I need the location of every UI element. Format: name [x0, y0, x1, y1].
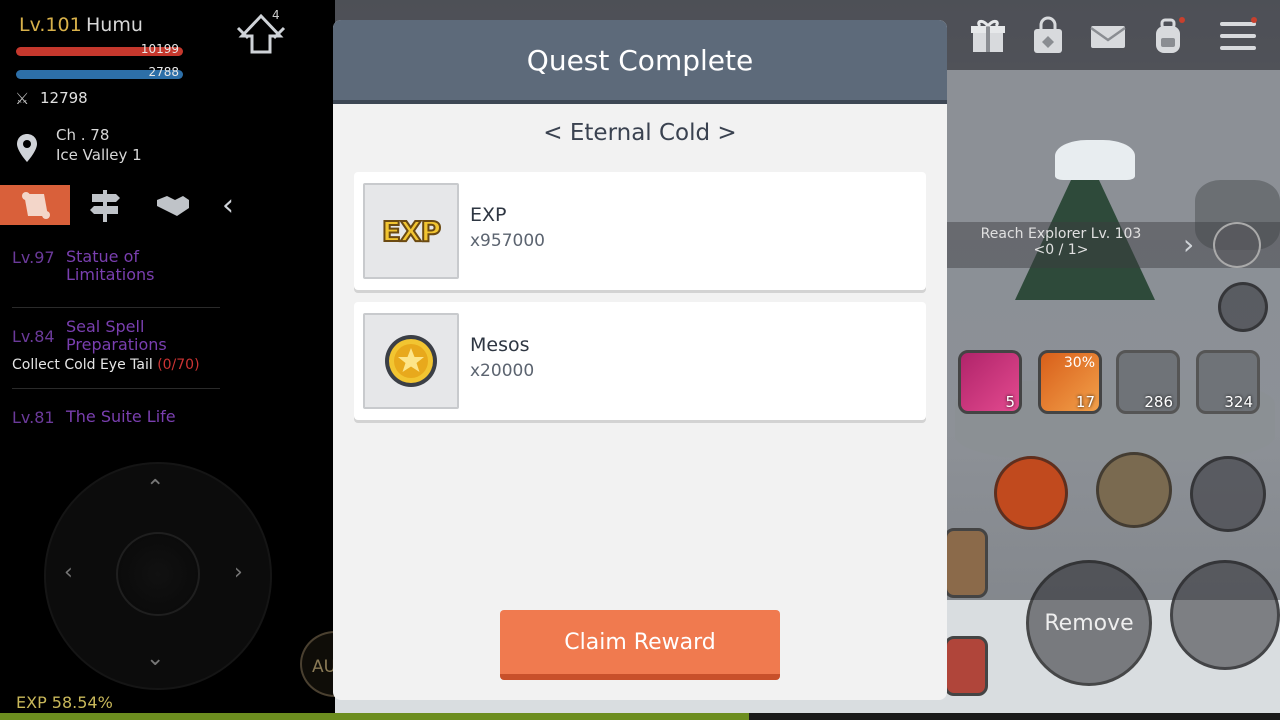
level-up-count: 4: [272, 8, 280, 22]
exp-bar: [0, 713, 1280, 720]
left-hud: Lv.101 Humu 10199 2788 ⚔ 12798 4 Ch . 78…: [0, 0, 370, 720]
quest-level: Lv.81: [12, 408, 55, 427]
quest-level: Lv.97: [12, 248, 55, 267]
claim-reward-button[interactable]: Claim Reward: [500, 610, 780, 680]
quest-objective-text: Collect Cold Eye Tail: [12, 357, 153, 373]
skill-count: 17: [1075, 393, 1095, 411]
dialog-title: Quest Complete: [526, 43, 754, 77]
skill-count: 5: [1005, 393, 1015, 411]
reward-quantity: x20000: [470, 361, 535, 381]
divider: [12, 307, 220, 308]
chevron-up-icon[interactable]: ⌃: [146, 476, 164, 501]
handshake-icon: [157, 196, 189, 216]
maple-badge-icon[interactable]: [1213, 222, 1261, 268]
crossed-swords-icon: ⚔: [15, 89, 30, 108]
dialog-header: Quest Complete: [333, 20, 947, 104]
collapse-panel-button[interactable]: ‹: [196, 185, 260, 225]
exp-percent: EXP 58.54%: [16, 693, 113, 712]
skill-slot-2[interactable]: 30% 17: [1038, 350, 1102, 414]
quest-level: Lv.84: [12, 327, 55, 346]
map-name: Ice Valley 1: [56, 146, 142, 164]
signpost-icon: [90, 190, 120, 222]
scroll-icon: [22, 192, 50, 219]
skill-button-fire[interactable]: [994, 456, 1068, 530]
quest-tracker[interactable]: Reach Explorer Lv. 103 <0 / 1> ›: [935, 222, 1280, 268]
remove-button[interactable]: Remove: [1026, 560, 1152, 686]
reward-row-exp: EXP EXP x957000: [354, 172, 926, 290]
skill-slot-1[interactable]: 5: [958, 350, 1022, 414]
reward-name: EXP: [470, 204, 507, 226]
joystick-knob[interactable]: [116, 532, 200, 616]
quest-progress: (0/70): [157, 357, 200, 373]
chevron-left-icon[interactable]: ‹: [64, 560, 73, 585]
divider: [12, 388, 220, 389]
reward-name: Mesos: [470, 334, 530, 356]
potion-count: 324: [1224, 393, 1253, 411]
chevron-right-icon[interactable]: ›: [1183, 228, 1194, 261]
player-level: Lv.101: [19, 14, 82, 36]
chevron-right-icon[interactable]: ›: [234, 560, 243, 585]
backpack-icon[interactable]: [1146, 14, 1190, 58]
skill-cooldown-percent: 30%: [1063, 355, 1095, 371]
hamburger-menu-icon[interactable]: [1216, 14, 1260, 58]
reward-quantity: x957000: [470, 231, 545, 251]
quest-tracker-text: Reach Explorer Lv. 103 <0 / 1>: [980, 226, 1142, 258]
map-pin-icon: [17, 134, 37, 162]
quest-name: The Suite Life: [66, 407, 176, 426]
potion-count: 286: [1144, 393, 1173, 411]
skill-slot-3[interactable]: [944, 528, 988, 598]
hp-value: 10199: [140, 42, 179, 56]
snow-patch: [1055, 140, 1135, 180]
tab-signpost[interactable]: [70, 185, 140, 225]
quest-name: Statue of Limitations: [66, 247, 155, 284]
collapse-button[interactable]: [1218, 282, 1268, 332]
blue-potion-slot[interactable]: 324: [1196, 350, 1260, 414]
quest-name: Seal Spell Preparations: [66, 317, 167, 354]
quest-complete-dialog: Quest Complete < Eternal Cold > EXP EXP …: [333, 20, 947, 700]
hp-bar: 10199: [16, 42, 183, 56]
skill-slot-4[interactable]: [944, 636, 988, 696]
hud-tabs: ‹: [0, 185, 250, 225]
channel-label: Ch . 78: [56, 126, 110, 144]
combat-power: 12798: [40, 89, 88, 107]
chevron-down-icon[interactable]: ⌄: [146, 646, 164, 671]
tab-quests[interactable]: [0, 185, 70, 225]
skill-button-spear[interactable]: [1096, 452, 1172, 528]
completed-quest-name: < Eternal Cold >: [543, 120, 737, 146]
chevron-left-icon: ‹: [222, 187, 234, 223]
exp-icon: EXP: [363, 183, 459, 279]
mail-icon[interactable]: [1086, 14, 1130, 58]
jump-button[interactable]: [1170, 560, 1280, 670]
shop-bag-icon[interactable]: [1026, 14, 1070, 58]
reward-row-mesos: Mesos x20000: [354, 302, 926, 420]
player-name: Humu: [86, 14, 143, 36]
quest-objective: Collect Cold Eye Tail (0/70): [12, 357, 200, 373]
swap-icon[interactable]: [1190, 456, 1266, 532]
exp-icon-text: EXP: [381, 214, 442, 249]
exp-bar-fill: [0, 713, 750, 720]
meso-coin-icon: [363, 313, 459, 409]
gift-icon[interactable]: [966, 14, 1010, 58]
mp-bar: 2788: [16, 65, 183, 79]
red-potion-slot[interactable]: 286: [1116, 350, 1180, 414]
mp-value: 2788: [148, 65, 179, 79]
